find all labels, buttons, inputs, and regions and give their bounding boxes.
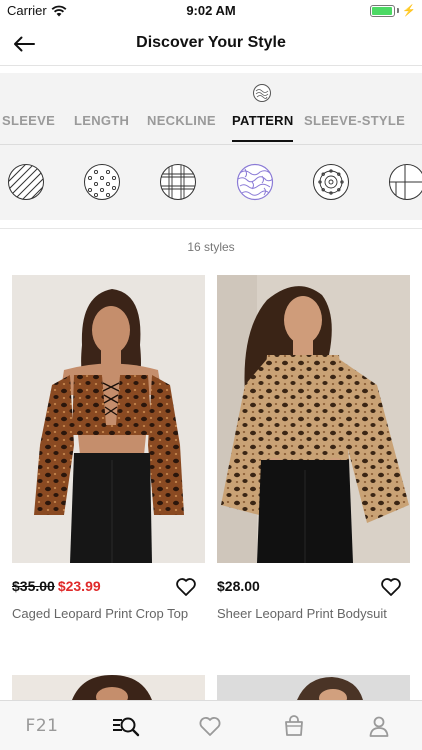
price: $28.00 — [217, 578, 260, 594]
style-filter-panel: SLEEVE LENGTH NECKLINE PATTERN SLEEVE-ST… — [0, 73, 422, 220]
original-price: $35.00 — [12, 578, 55, 594]
pattern-selected-icon — [253, 84, 271, 102]
leopard-bodysuit-photo[interactable] — [217, 275, 410, 563]
discover-search-icon — [113, 717, 140, 737]
tab-pattern[interactable]: PATTERN — [232, 113, 294, 128]
battery-indicator: ⚡ — [370, 4, 416, 17]
tab-sleeve-style[interactable]: SLEEVE-STYLE — [304, 113, 405, 128]
tab-home[interactable]: F21 — [25, 711, 59, 741]
product-card[interactable]: $35.00 $23.99 Caged Leopard Print Crop To… — [12, 275, 205, 621]
medallion-pattern-icon[interactable] — [312, 163, 350, 201]
tab-favorites[interactable] — [195, 711, 225, 741]
bottom-tab-bar: F21 — [0, 700, 422, 750]
price-row: $28.00 — [217, 578, 410, 606]
product-name[interactable]: Sheer Leopard Print Bodysuit — [217, 606, 410, 621]
bag-icon — [285, 715, 303, 736]
price-row: $35.00 $23.99 — [12, 578, 205, 606]
battery-level — [372, 6, 393, 15]
polka-dot-pattern-icon[interactable] — [83, 163, 121, 201]
sale-price: $23.99 — [57, 578, 101, 594]
filter-category-tabs: SLEEVE LENGTH NECKLINE PATTERN SLEEVE-ST… — [0, 111, 422, 145]
page-title: Discover Your Style — [136, 34, 286, 51]
back-arrow-icon — [14, 36, 35, 52]
results-count: 16 styles — [187, 240, 235, 254]
pattern-options — [0, 145, 422, 220]
colorblock-pattern-icon[interactable] — [388, 163, 422, 201]
tab-bag[interactable] — [279, 711, 309, 741]
leopard-crop-top-photo[interactable] — [12, 275, 205, 563]
product-image-peek[interactable] — [217, 675, 410, 700]
charging-bolt-icon: ⚡ — [402, 5, 416, 17]
tab-neckline[interactable]: NECKLINE — [147, 113, 216, 128]
tab-sleeve[interactable]: SLEEVE — [2, 113, 55, 128]
tab-length[interactable]: LENGTH — [74, 113, 129, 128]
product-image-peek[interactable] — [12, 675, 205, 700]
wifi-icon — [51, 5, 67, 16]
plaid-pattern-icon[interactable] — [159, 163, 197, 201]
battery-cap — [397, 8, 400, 13]
favorite-heart-icon[interactable] — [380, 576, 402, 598]
battery-icon — [370, 4, 396, 17]
stripes-pattern-icon[interactable] — [7, 163, 45, 201]
f21-logo: F21 — [25, 716, 59, 736]
navigation-bar: Discover Your Style — [0, 22, 422, 66]
favorite-heart-icon[interactable] — [175, 576, 197, 598]
active-tab-indicator — [232, 140, 293, 142]
carrier-label: Carrier — [7, 3, 47, 18]
product-card[interactable]: $28.00 Sheer Leopard Print Bodysuit — [217, 275, 410, 621]
heart-icon — [199, 717, 221, 736]
product-name[interactable]: Caged Leopard Print Crop Top — [12, 606, 205, 621]
tab-discover[interactable] — [111, 711, 141, 741]
divider — [0, 228, 422, 229]
back-button[interactable] — [10, 30, 38, 58]
status-bar: Carrier 9:02 AM ⚡ — [0, 0, 422, 22]
tab-profile[interactable] — [364, 711, 394, 741]
profile-icon — [369, 716, 389, 737]
carrier-indicator: Carrier — [7, 3, 67, 18]
animal-print-pattern-icon[interactable] — [236, 163, 274, 201]
